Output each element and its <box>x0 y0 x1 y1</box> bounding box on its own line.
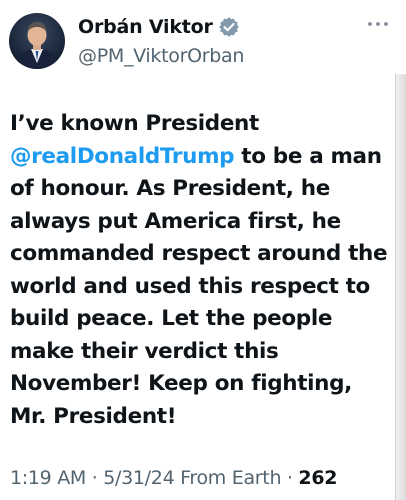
tweet-date[interactable]: 5/31/24 <box>103 467 174 489</box>
profile-photo-icon <box>9 13 65 69</box>
tweet-meta: 1:19 AM · 5/31/24 From Earth · 262 <box>10 467 337 489</box>
tweet-time[interactable]: 1:19 AM <box>10 467 86 489</box>
author-avatar[interactable] <box>9 13 65 69</box>
more-dot <box>376 22 380 26</box>
author-handle[interactable]: @PM_ViktorOrban <box>78 45 244 67</box>
tweet-source: From Earth <box>180 467 282 489</box>
author-info: Orbán Viktor @PM_ViktorOrban <box>78 14 244 67</box>
mention-link[interactable]: @realDonaldTrump <box>10 144 235 169</box>
screenshot-edge <box>395 74 406 500</box>
more-dot <box>368 22 372 26</box>
meta-separator: · <box>281 467 299 489</box>
author-name-row: Orbán Viktor <box>78 14 244 40</box>
tweet-text: I’ve known President @realDonaldTrump to… <box>10 108 394 433</box>
author-name[interactable]: Orbán Viktor <box>78 16 213 38</box>
more-options-icon[interactable] <box>368 20 388 28</box>
tweet-views[interactable]: 262 <box>298 467 337 489</box>
verified-badge-icon <box>218 17 239 37</box>
tweet-text-end: to be a man of honour. As President, he … <box>10 143 388 429</box>
tweet-text-start: I’ve known President <box>10 111 259 136</box>
tweet-card: Orbán Viktor @PM_ViktorOrban I’ve known … <box>0 0 406 500</box>
more-dot <box>384 22 388 26</box>
meta-separator: · <box>86 467 104 489</box>
